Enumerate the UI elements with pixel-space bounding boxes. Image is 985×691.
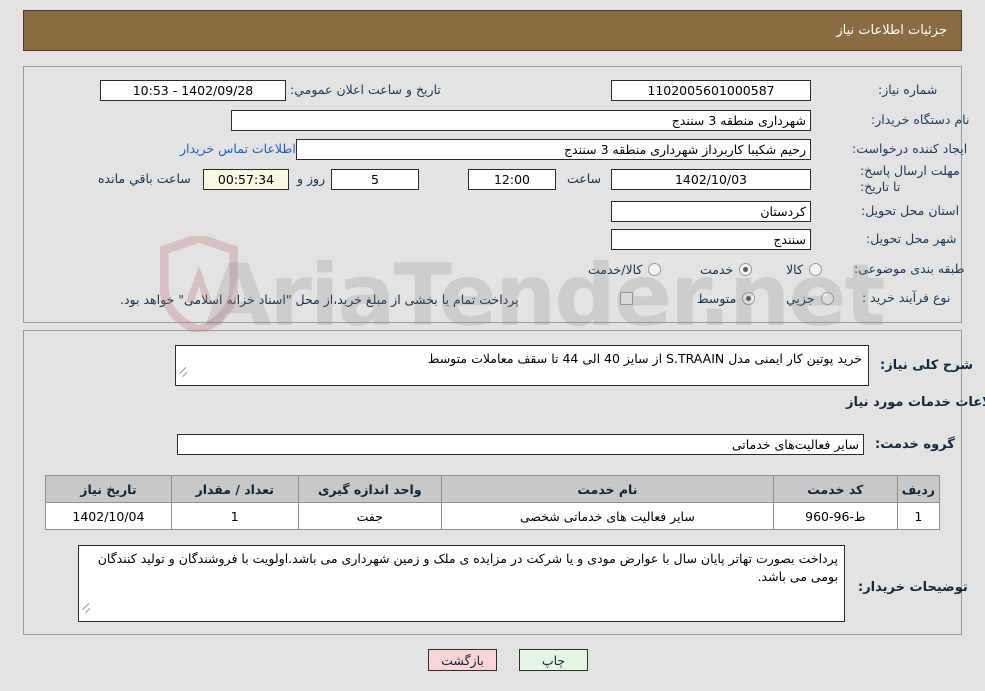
resize-grip-need-desc[interactable] xyxy=(179,366,189,383)
category-option-khedmat[interactable]: خدمت xyxy=(700,262,753,277)
buyer-org-label-wrap: نام دستگاه خریدار: xyxy=(871,112,969,127)
process-option-motevaset-label: متوسط xyxy=(697,291,737,306)
need-number-value: 1102005601000587 xyxy=(611,80,811,101)
buyer-notes-textarea[interactable]: پرداخت بصورت تهاتر پایان سال با عوارض مو… xyxy=(78,545,845,622)
cell-need-date: 1402/10/04 xyxy=(45,502,172,530)
creator-value: رحیم شکیبا کاربرداز شهرداری منطقه 3 سنند… xyxy=(296,139,811,160)
need-desc-label: شرح کلی نیاز: xyxy=(880,358,974,373)
creator-label-wrap: ایجاد کننده درخواست: xyxy=(852,141,967,156)
table-header-row: ردیف کد خدمت نام خدمت واحد اندازه گیری ت… xyxy=(45,475,941,503)
need-summary-panel xyxy=(23,66,962,323)
announce-label-wrap: تاریخ و ساعت اعلان عمومي: xyxy=(290,82,441,97)
print-button[interactable]: چاپ xyxy=(519,649,588,671)
category-option-kala-khedmat[interactable]: کالا/خدمت xyxy=(588,262,662,277)
remaining-days-label: روز و xyxy=(297,171,326,186)
page-title-bar: جزئیات اطلاعات نیاز xyxy=(23,10,962,51)
col-row-no: ردیف xyxy=(896,475,941,503)
col-service-code: کد خدمت xyxy=(772,475,898,503)
cell-row-no: 1 xyxy=(896,502,941,530)
radio-icon-motevaset[interactable] xyxy=(742,292,756,305)
category-option-kala-label: کالا xyxy=(786,262,803,277)
buyer-contact-link[interactable]: اطلاعات تماس خریدار xyxy=(180,141,296,156)
services-table-head: ردیف کد خدمت نام خدمت واحد اندازه گیری ت… xyxy=(45,475,941,503)
process-option-motevaset[interactable]: متوسط xyxy=(697,291,756,306)
process-type-label: نوع فرآیند خرید : xyxy=(862,290,951,305)
service-group-value: سایر فعالیت‌های خدماتی xyxy=(177,434,864,455)
process-option-jozi[interactable]: جزیي xyxy=(786,291,834,306)
radio-icon-kala-khedmat[interactable] xyxy=(648,263,662,276)
radio-icon-jozi[interactable] xyxy=(820,292,834,305)
deadline-label-wrap: مهلت ارسال پاسخ: تا تاریخ: xyxy=(860,163,965,195)
service-group-label: گروه خدمت: xyxy=(875,437,955,452)
page-title: جزئیات اطلاعات نیاز xyxy=(836,23,947,38)
services-table: ردیف کد خدمت نام خدمت واحد اندازه گیری ت… xyxy=(45,475,941,530)
announce-datetime-value: 1402/09/28 - 10:53 xyxy=(100,80,286,101)
treasury-checkbox[interactable] xyxy=(620,292,633,305)
table-row[interactable]: 1 ط-96-960 سایر فعالیت های خدماتی شخصی ج… xyxy=(45,502,941,530)
need-number-label: شماره نیاز: xyxy=(878,82,938,97)
resize-grip-buyer-notes[interactable] xyxy=(82,602,92,619)
process-option-jozi-label: جزیي xyxy=(786,291,815,306)
category-label: طبقه بندی موضوعی: xyxy=(854,261,965,276)
deadline-hour-label: ساعت xyxy=(567,171,602,186)
category-option-kala-khedmat-label: کالا/خدمت xyxy=(588,262,643,277)
treasury-note-text: پرداخت تمام یا بخشی از مبلغ خرید،از محل … xyxy=(120,292,519,307)
category-option-kala[interactable]: کالا xyxy=(786,262,822,277)
buyer-notes-value: پرداخت بصورت تهاتر پایان سال با عوارض مو… xyxy=(97,551,838,584)
city-value: سنندج xyxy=(611,229,811,250)
remaining-days-value: 5 xyxy=(331,169,419,190)
province-value: کردستان xyxy=(611,201,811,222)
city-label: شهر محل تحویل: xyxy=(866,231,957,246)
remaining-clock-value: 00:57:34 xyxy=(203,169,289,190)
back-button[interactable]: بازگشت xyxy=(428,649,497,671)
col-service-name: نام خدمت xyxy=(440,475,774,503)
cell-quantity: 1 xyxy=(170,502,299,530)
radio-icon-kala[interactable] xyxy=(808,263,822,276)
need-description-textarea[interactable]: خرید پوتین کار ایمنی مدل S.TRAAIN از سای… xyxy=(175,345,869,386)
cell-service-code: ط-96-960 xyxy=(772,502,898,530)
field-need-number-label-wrap: شماره نیاز: xyxy=(878,82,937,97)
services-section-title: اطلاعات خدمات مورد نیاز xyxy=(846,395,985,410)
category-option-khedmat-label: خدمت xyxy=(700,262,734,277)
deadline-date-value: 1402/10/03 xyxy=(611,169,811,190)
cell-unit: جفت xyxy=(297,502,442,530)
process-label-wrap: نوع فرآیند خرید : xyxy=(862,290,950,305)
buyer-org-value: شهرداری منطقه 3 سنندج xyxy=(231,110,811,131)
province-label-wrap: استان محل تحویل: xyxy=(861,203,959,218)
category-label-wrap: طبقه بندی موضوعی: xyxy=(854,261,965,276)
province-label: استان محل تحویل: xyxy=(861,203,960,218)
creator-label: ایجاد کننده درخواست: xyxy=(852,141,968,156)
remaining-clock-label: ساعت باقي مانده xyxy=(98,171,191,186)
buyer-org-label: نام دستگاه خریدار: xyxy=(871,112,970,127)
cell-service-name: سایر فعالیت های خدماتی شخصی xyxy=(440,502,774,530)
page-root: جزئیات اطلاعات نیاز شماره نیاز: 11020056… xyxy=(0,0,985,691)
need-description-value: خرید پوتین کار ایمنی مدل S.TRAAIN از سای… xyxy=(427,351,862,366)
col-unit: واحد اندازه گیری xyxy=(297,475,442,503)
deadline-hour-value: 12:00 xyxy=(468,169,556,190)
col-quantity: تعداد / مقدار xyxy=(170,475,299,503)
announce-datetime-label: تاریخ و ساعت اعلان عمومي: xyxy=(290,82,441,97)
city-label-wrap: شهر محل تحویل: xyxy=(866,231,956,246)
col-need-date: تاریخ نیاز xyxy=(45,475,172,503)
buyer-notes-label: توضیحات خریدار: xyxy=(858,580,968,595)
deadline-label: مهلت ارسال پاسخ: تا تاریخ: xyxy=(860,163,960,194)
services-table-body: 1 ط-96-960 سایر فعالیت های خدماتی شخصی ج… xyxy=(45,502,941,530)
radio-icon-khedmat[interactable] xyxy=(739,263,753,276)
